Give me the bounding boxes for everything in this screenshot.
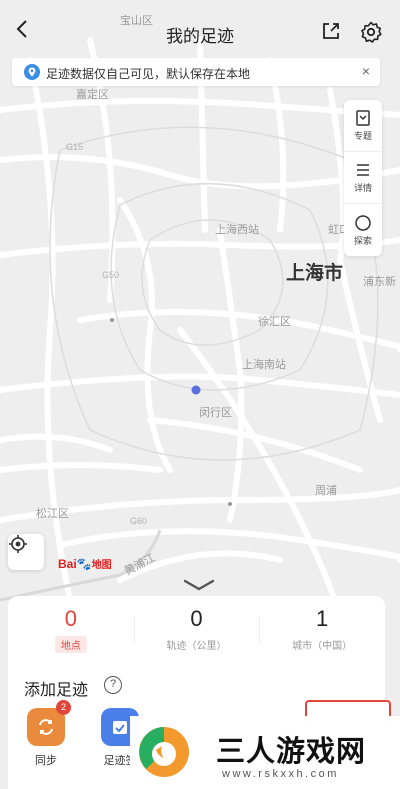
help-icon[interactable]: ? xyxy=(104,676,122,694)
current-location-dot xyxy=(191,385,201,395)
stat-cities[interactable]: 1 城市（中国） xyxy=(259,606,385,658)
map-label: 浦东新 xyxy=(363,276,396,288)
stat-unit: 轨迹（公里） xyxy=(166,641,227,652)
stat-track[interactable]: 0 轨迹（公里） xyxy=(133,606,260,658)
close-icon[interactable]: × xyxy=(362,63,370,79)
sync-icon: 2 xyxy=(27,700,71,746)
bookmark-icon xyxy=(356,110,370,126)
tool-topic[interactable]: 专题 xyxy=(344,100,382,152)
share-icon[interactable] xyxy=(320,20,342,42)
watermark-url: www.rskxxh.com xyxy=(222,768,339,780)
stat-unit: 地点 xyxy=(54,636,87,653)
site-watermark: 三人游戏网 www.rskxxh.com xyxy=(130,716,400,789)
option-sync[interactable]: 2 同步 xyxy=(16,700,76,768)
stat-places[interactable]: 0 地点 xyxy=(8,606,134,658)
compass-icon xyxy=(355,214,371,231)
map-label: 嘉定区 xyxy=(76,89,109,101)
tool-label: 专题 xyxy=(353,131,372,141)
gear-icon[interactable] xyxy=(359,20,383,44)
option-label: 同步 xyxy=(35,755,57,767)
tool-details[interactable]: 详情 xyxy=(344,152,382,204)
notice-text: 足迹数据仅自己可见，默认保存在本地 xyxy=(46,67,251,81)
locate-button[interactable] xyxy=(8,534,44,570)
location-pin-icon xyxy=(24,64,40,80)
map-label: G50 xyxy=(102,270,120,280)
map-label: 松江区 xyxy=(36,508,69,520)
notification-badge: 2 xyxy=(56,700,71,715)
watermark-brand: 三人游戏网 xyxy=(216,736,367,768)
crosshair-icon xyxy=(9,535,27,553)
nav-bar: 我的足迹 xyxy=(0,0,400,56)
stats-row: 0 地点 0 轨迹（公里） 1 城市（中国） xyxy=(8,606,385,658)
map-label: 周浦 xyxy=(315,485,337,497)
tool-label: 详情 xyxy=(353,183,372,193)
list-icon xyxy=(357,164,369,176)
stat-unit: 城市（中国） xyxy=(292,641,353,652)
stat-value: 0 xyxy=(64,606,77,631)
map-side-toolbar: 专题 详情 探索 xyxy=(344,100,382,256)
add-footprint-title: 添加足迹 xyxy=(24,682,89,699)
map-label: 闵行区 xyxy=(199,407,232,419)
map-label: G15 xyxy=(66,142,84,152)
tool-explore[interactable]: 探索 xyxy=(344,204,382,256)
stat-value: 1 xyxy=(316,606,329,631)
map-city-label: 上海市 xyxy=(286,263,344,284)
site-logo-icon xyxy=(139,727,189,777)
privacy-notice: 足迹数据仅自己可见，默认保存在本地 × xyxy=(12,58,380,86)
chevron-down-icon[interactable] xyxy=(182,578,216,592)
stat-value: 0 xyxy=(190,606,203,631)
map-label: 上海南站 xyxy=(242,359,286,371)
map-label: G60 xyxy=(130,516,148,526)
tool-label: 探索 xyxy=(353,235,372,246)
baidu-map-logo: Bai🐾地图 xyxy=(58,557,112,571)
map-label: 徐汇区 xyxy=(258,316,291,328)
map-label: 上海西站 xyxy=(215,224,259,236)
